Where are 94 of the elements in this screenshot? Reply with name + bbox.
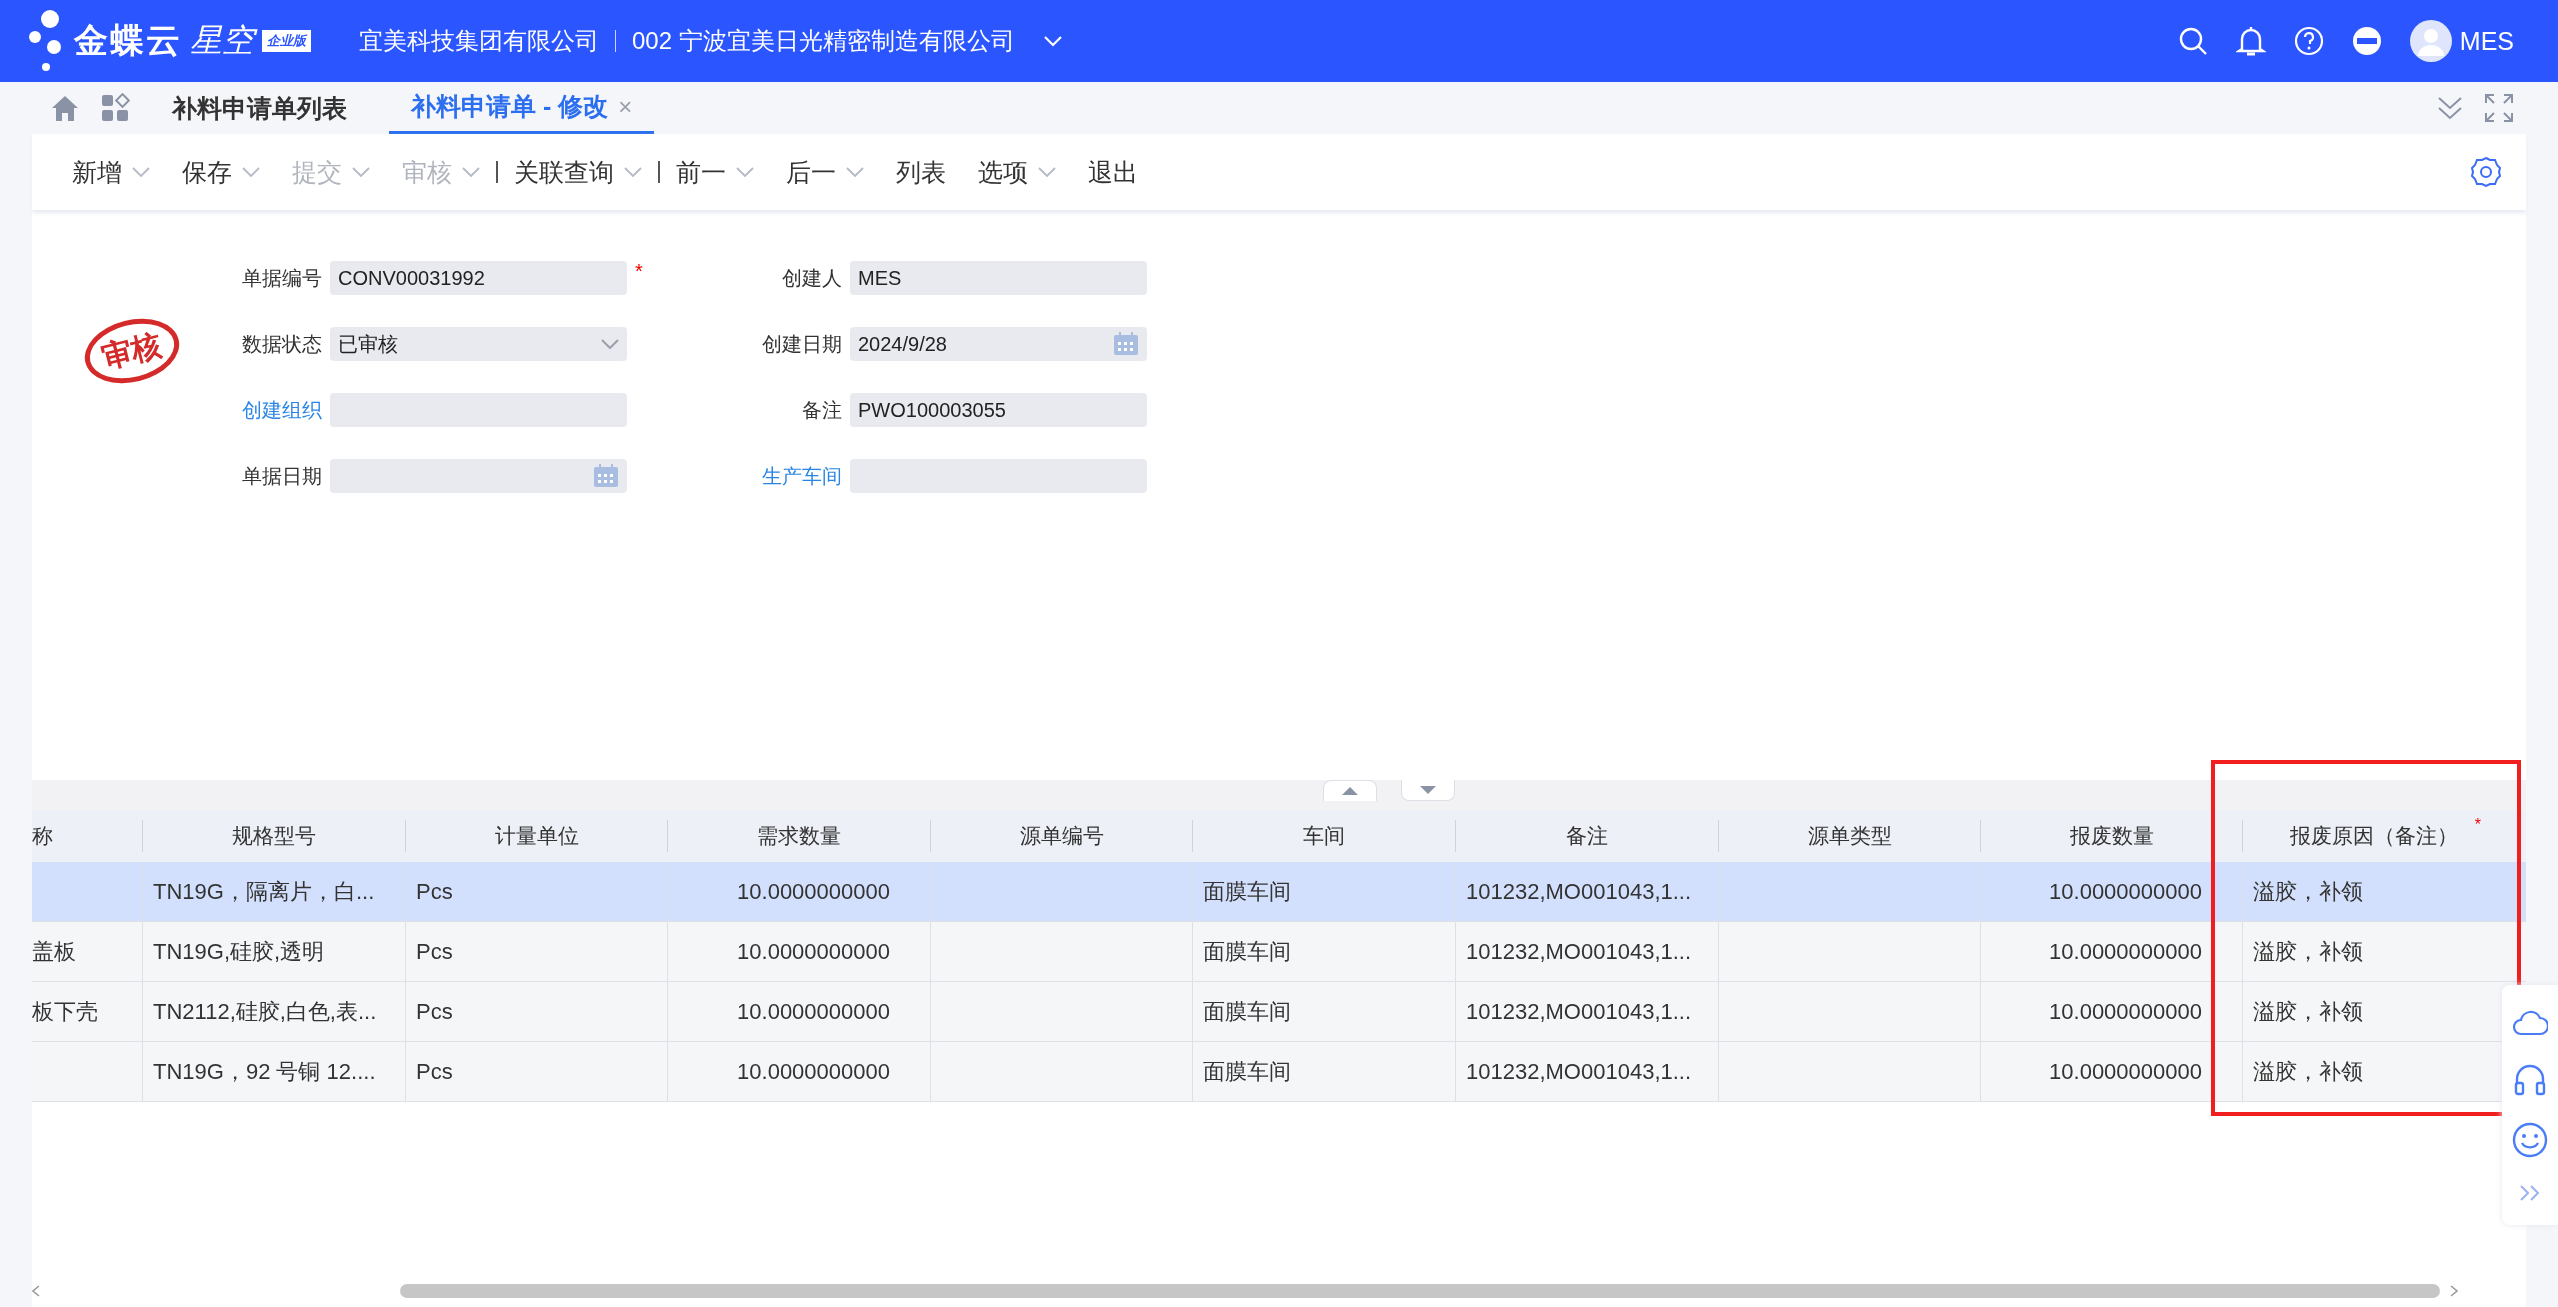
field-label: 单据日期	[241, 463, 322, 489]
tab[interactable]: 补料申请单列表	[150, 83, 369, 133]
triangle-up-icon[interactable]	[1341, 786, 1359, 796]
table-cell: 10.0000000000	[2049, 878, 2202, 905]
table-cell: 10.0000000000	[2049, 938, 2202, 965]
toolbar-button[interactable]: 前一	[660, 155, 770, 189]
toolbar-button[interactable]: 关联查询	[498, 155, 658, 189]
table-cell: 101232,MO001043,1...	[1466, 998, 1692, 1025]
table-cell-text: TN19G，隔离片，白...	[153, 877, 375, 906]
column-header[interactable]: 规格型号	[142, 820, 405, 852]
triangle-down-icon[interactable]	[1419, 785, 1437, 795]
table-cell-text: 溢胶，补领	[2253, 1057, 2363, 1086]
fullscreen-icon[interactable]	[2484, 93, 2514, 123]
double-chevron-icon[interactable]	[2519, 1184, 2541, 1202]
toolbar-button[interactable]: 退出	[1072, 155, 1154, 189]
column-header[interactable]: 计量单位	[405, 820, 667, 852]
column-header[interactable]: 报废数量	[1980, 820, 2242, 852]
table-row[interactable]: TN19G，隔离片，白... Pcs 10.0000000000 面膜车间 101232,MO001043,1... 10.0000000000 溢胶，补领	[32, 862, 2526, 922]
table-cell: 101232,MO001043,1...	[1466, 1058, 1692, 1085]
table-cell-text: 溢胶，补领	[2253, 937, 2363, 966]
field-label: 数据状态	[241, 331, 322, 357]
table-cell: 10.0000000000	[737, 998, 890, 1025]
table-row[interactable]: 板下壳 TN2112,硅胶,白色,表... Pcs 10.0000000000 面膜车间 101232,MO001043,1... 10.0000000000 溢胶，补领	[32, 982, 2526, 1042]
calendar-icon[interactable]	[1113, 332, 1139, 356]
input-field[interactable]: MES	[850, 261, 1147, 295]
table-cell: 10.0000000000	[737, 1058, 890, 1085]
logo-text: 金蝶云	[74, 20, 182, 61]
required-mark: *	[635, 260, 643, 283]
table-cell: 10.0000000000	[737, 878, 890, 905]
table-cell: 10.0000000000	[2049, 1058, 2202, 1085]
avatar-icon[interactable]	[2409, 20, 2452, 62]
column-header[interactable]: 需求数量	[667, 820, 930, 852]
toolbar-button[interactable]: 保存	[166, 155, 276, 189]
field-label: 创建人	[781, 265, 842, 291]
table-cell: Pcs	[416, 998, 453, 1025]
input-field[interactable]: PWO100003055	[850, 393, 1147, 427]
apps-icon[interactable]	[100, 93, 130, 123]
cloud-icon[interactable]	[2512, 1008, 2548, 1036]
column-header[interactable]: 称	[32, 820, 142, 852]
bell-icon[interactable]	[2235, 25, 2266, 57]
input-field[interactable]: CONV00031992	[330, 261, 627, 295]
table-cell-text: 面膜车间	[1203, 997, 1291, 1026]
collapse-up-button[interactable]	[1323, 780, 1377, 801]
column-header[interactable]: 源单编号	[930, 820, 1192, 852]
table-cell: Pcs	[416, 938, 453, 965]
table-cell-text: 面膜车间	[1203, 937, 1291, 966]
input-field[interactable]: 已审核	[330, 327, 627, 361]
table-cell-text: 盖板	[32, 937, 76, 966]
calendar-icon[interactable]	[593, 464, 619, 488]
table-cell-text: TN19G，92 号铜 12....	[153, 1057, 376, 1086]
toolbar-button[interactable]: 后一	[770, 155, 880, 189]
table-row[interactable]: 盖板 TN19G,硅胶,透明 Pcs 10.0000000000 面膜车间 101232,MO001043,1... 10.0000000000 溢胶，补领	[32, 922, 2526, 982]
toolbar-button[interactable]: 新增	[56, 155, 166, 189]
table-cell: 101232,MO001043,1...	[1466, 878, 1692, 905]
table-cell: 101232,MO001043,1...	[1466, 938, 1692, 965]
field-label: 创建日期	[761, 331, 842, 357]
toolbar-button[interactable]: 列表	[880, 155, 962, 189]
column-header[interactable]: 源单类型	[1718, 820, 1980, 852]
settings-icon[interactable]	[2470, 156, 2502, 188]
table-cell: 10.0000000000	[2049, 998, 2202, 1025]
table-cell: Pcs	[416, 878, 453, 905]
minus-circle-icon[interactable]	[2351, 26, 2382, 56]
table-cell-text: 溢胶，补领	[2253, 877, 2363, 906]
organization-selector[interactable]: 002 宁波宜美日光精密制造有限公司	[632, 25, 1015, 57]
edition-badge: 企业版	[262, 30, 311, 52]
field-label: 单据编号	[241, 265, 322, 291]
table-cell-text: TN19G,硅胶,透明	[153, 937, 325, 966]
smiley-icon[interactable]	[2512, 1122, 2548, 1158]
field-label[interactable]: 创建组织	[232, 396, 322, 424]
search-icon[interactable]	[2177, 26, 2208, 56]
column-header[interactable]: 报废原因（备注） *	[2242, 820, 2505, 852]
scrollbar-thumb[interactable]	[400, 1284, 2440, 1298]
input-field[interactable]	[330, 459, 627, 493]
table-cell-text: 板下壳	[32, 997, 98, 1026]
company-name[interactable]: 宜美科技集团有限公司	[359, 25, 599, 57]
expand-down-button[interactable]	[1401, 780, 1455, 801]
column-header[interactable]: 车间	[1192, 820, 1455, 852]
double-chevron-icon[interactable]	[2436, 94, 2464, 122]
table-cell-text: 面膜车间	[1203, 1057, 1291, 1086]
input-field[interactable]: 2024/9/28	[850, 327, 1147, 361]
user-name[interactable]: MES	[2459, 26, 2514, 56]
field-label: 备注	[801, 397, 842, 423]
headset-icon[interactable]	[2513, 1062, 2547, 1096]
toolbar-button[interactable]: 选项	[962, 155, 1072, 189]
dropdown-icon[interactable]	[601, 339, 619, 349]
table-cell: Pcs	[416, 1058, 453, 1085]
table-cell-text: TN2112,硅胶,白色,表...	[153, 997, 377, 1026]
table-cell-text: 溢胶，补领	[2253, 997, 2363, 1026]
table-cell: 10.0000000000	[737, 938, 890, 965]
home-icon[interactable]	[50, 94, 80, 122]
help-icon[interactable]	[2293, 26, 2324, 56]
table-cell-text: 面膜车间	[1203, 877, 1291, 906]
column-header[interactable]: 备注	[1455, 820, 1718, 852]
field-label[interactable]: 生产车间	[752, 462, 842, 490]
